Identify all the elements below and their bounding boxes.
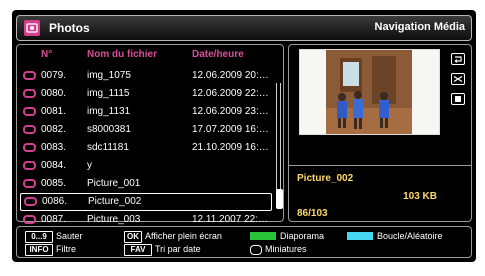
file-list: 0079. img_1075 12.06.2009 20:21... 0080. img…: [20, 67, 272, 229]
help-thumbnails-label: Miniatures: [265, 244, 307, 254]
digits-key-icon: 0...9: [25, 231, 53, 243]
file-name: y: [87, 160, 92, 171]
file-row[interactable]: 0082. s8000381 17.07.2009 16:58...: [20, 121, 272, 139]
folder-icon: [23, 107, 36, 116]
file-row[interactable]: 0086. Picture_002: [20, 193, 272, 211]
blue-key-icon: [347, 232, 373, 240]
column-header-datetime: Date/heure: [192, 49, 244, 60]
file-name: img_1115: [87, 88, 130, 99]
preview-panel: Picture_002 103 KB 86/103: [288, 44, 472, 222]
help-thumbnails[interactable]: Miniatures: [250, 244, 307, 255]
preview-filename: Picture_002: [297, 173, 354, 184]
folder-icon: [23, 215, 36, 224]
file-date: 17.07.2009 16:58...: [192, 124, 272, 135]
file-name: img_1131: [87, 106, 131, 117]
file-date: 12.06.2009 20:21...: [192, 70, 272, 81]
preview-filesize: 103 KB: [403, 191, 437, 202]
help-loop[interactable]: Boucle/Aléatoire: [347, 231, 443, 242]
file-row[interactable]: 0079. img_1075 12.06.2009 20:21...: [20, 67, 272, 85]
folder-icon: [23, 179, 36, 188]
file-number: 0080.: [41, 88, 67, 99]
file-name: s8000381: [87, 124, 131, 135]
page-title: Photos: [49, 21, 90, 35]
file-number: 0081.: [41, 106, 67, 117]
green-key-icon: [250, 232, 276, 240]
help-skip-label: Sauter: [56, 231, 83, 241]
file-name: sdc11181: [87, 142, 129, 153]
help-sort[interactable]: FAV Tri par date: [124, 244, 201, 256]
repeat-icon[interactable]: [451, 53, 465, 65]
file-row[interactable]: 0085. Picture_001: [20, 175, 272, 193]
folder-icon: [23, 89, 36, 98]
help-slideshow[interactable]: Diaporama: [250, 231, 324, 242]
media-browser-window: Photos Navigation Média N° Nom du fichie…: [12, 10, 476, 262]
file-row[interactable]: 0084. y: [20, 157, 272, 175]
file-name: Picture_002: [88, 196, 142, 207]
file-list-panel: N° Nom du fichier Date/heure 0079. img_10…: [16, 44, 284, 225]
title-bar: Photos Navigation Média: [16, 15, 472, 41]
file-number: 0079.: [41, 70, 67, 81]
file-row[interactable]: 0080. img_1115 12.06.2009 22:28...: [20, 85, 272, 103]
file-name: img_1075: [87, 70, 131, 81]
file-number: 0086.: [42, 196, 68, 207]
info-key-icon: INFO: [25, 244, 53, 256]
help-fullscreen-label: Afficher plein écran: [145, 231, 222, 241]
column-header-number: N°: [41, 49, 53, 60]
ok-key-icon: OK: [124, 231, 142, 243]
file-number: 0082.: [41, 124, 67, 135]
file-number: 0084.: [41, 160, 67, 171]
folder-icon: [23, 161, 36, 170]
help-loop-label: Boucle/Aléatoire: [377, 231, 443, 241]
folder-icon: [23, 71, 36, 80]
photo-folder-icon: [24, 20, 40, 36]
help-skip[interactable]: 0...9 Sauter: [25, 231, 83, 243]
help-bar: 0...9 Sauter OK Afficher plein écran Diapo…: [16, 226, 472, 258]
file-name: Picture_001: [87, 178, 141, 189]
scrollbar-thumb[interactable]: [276, 189, 283, 209]
folder-icon: [23, 125, 36, 134]
navigation-mode-label: Navigation Média: [374, 21, 465, 33]
file-number: 0083.: [41, 142, 67, 153]
photo-preview: [299, 49, 440, 135]
help-sort-label: Tri par date: [155, 244, 201, 254]
stop-icon[interactable]: [451, 93, 465, 105]
column-header-filename: Nom du fichier: [87, 49, 158, 60]
preview-position: 86/103: [297, 208, 328, 219]
help-filter-label: Filtre: [56, 244, 76, 254]
playback-controls: [451, 53, 465, 113]
preview-divider: [289, 165, 471, 166]
file-number: 0085.: [41, 178, 67, 189]
thumbnails-icon: [250, 245, 262, 255]
help-filter[interactable]: INFO Filtre: [25, 244, 76, 256]
file-row[interactable]: 0081. img_1131 12.06.2009 23:56...: [20, 103, 272, 121]
file-row[interactable]: 0083. sdc11181 21.10.2009 16:55...: [20, 139, 272, 157]
file-date: 12.06.2009 23:56...: [192, 106, 272, 117]
file-date: 12.06.2009 22:28...: [192, 88, 272, 99]
shuffle-icon[interactable]: [451, 73, 465, 85]
fav-key-icon: FAV: [124, 244, 152, 256]
file-date: 21.10.2009 16:55...: [192, 142, 272, 153]
folder-icon: [24, 197, 37, 206]
scrollbar-track[interactable]: [276, 83, 281, 203]
folder-icon: [23, 143, 36, 152]
help-fullscreen[interactable]: OK Afficher plein écran: [124, 231, 222, 243]
help-slideshow-label: Diaporama: [280, 231, 325, 241]
